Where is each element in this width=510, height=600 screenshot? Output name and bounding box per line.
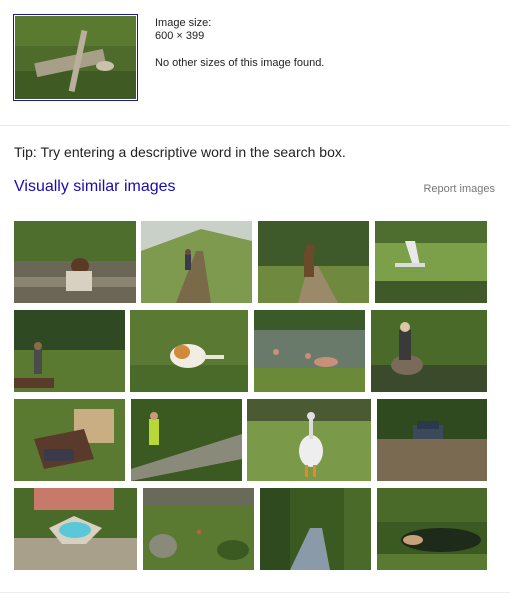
similar-image-8[interactable]	[371, 310, 487, 392]
tile-image	[14, 488, 137, 570]
similar-image-13[interactable]	[14, 488, 137, 570]
bottom-divider	[0, 592, 510, 593]
tile-image	[260, 488, 371, 570]
section-divider	[0, 125, 510, 126]
similar-image-16[interactable]	[377, 488, 487, 570]
query-image-thumbnail[interactable]	[13, 14, 138, 101]
tile-image	[130, 310, 248, 392]
image-size-label: Image size:	[155, 17, 212, 29]
tile-image	[14, 310, 125, 392]
tile-image	[247, 399, 371, 481]
similar-image-7[interactable]	[254, 310, 365, 392]
similar-image-5[interactable]	[14, 310, 125, 392]
similar-image-10[interactable]	[131, 399, 242, 481]
similar-image-2[interactable]	[141, 221, 252, 303]
tile-image	[375, 221, 487, 303]
tile-image	[258, 221, 369, 303]
tile-image	[377, 399, 487, 481]
similar-image-4[interactable]	[375, 221, 487, 303]
tile-image	[254, 310, 365, 392]
other-sizes-message: No other sizes of this image found.	[155, 57, 325, 69]
similar-image-6[interactable]	[130, 310, 248, 392]
similar-image-14[interactable]	[143, 488, 254, 570]
similar-image-9[interactable]	[14, 399, 125, 481]
similar-image-12[interactable]	[377, 399, 487, 481]
search-tip: Tip: Try entering a descriptive word in …	[14, 144, 346, 160]
similar-image-3[interactable]	[258, 221, 369, 303]
tile-image	[14, 221, 136, 303]
report-images-link[interactable]: Report images	[423, 183, 495, 195]
similar-image-11[interactable]	[247, 399, 371, 481]
tile-image	[14, 399, 125, 481]
visually-similar-heading-link[interactable]: Visually similar images	[14, 178, 176, 196]
similar-image-1[interactable]	[14, 221, 136, 303]
image-size-value: 600 × 399	[155, 30, 205, 42]
tile-image	[143, 488, 254, 570]
tile-image	[377, 488, 487, 570]
tile-image	[141, 221, 252, 303]
tile-image	[131, 399, 242, 481]
tile-image	[371, 310, 487, 392]
query-image	[15, 16, 136, 99]
image-info: Image size: 600 × 399 No other sizes of …	[155, 17, 324, 70]
similar-image-15[interactable]	[260, 488, 371, 570]
